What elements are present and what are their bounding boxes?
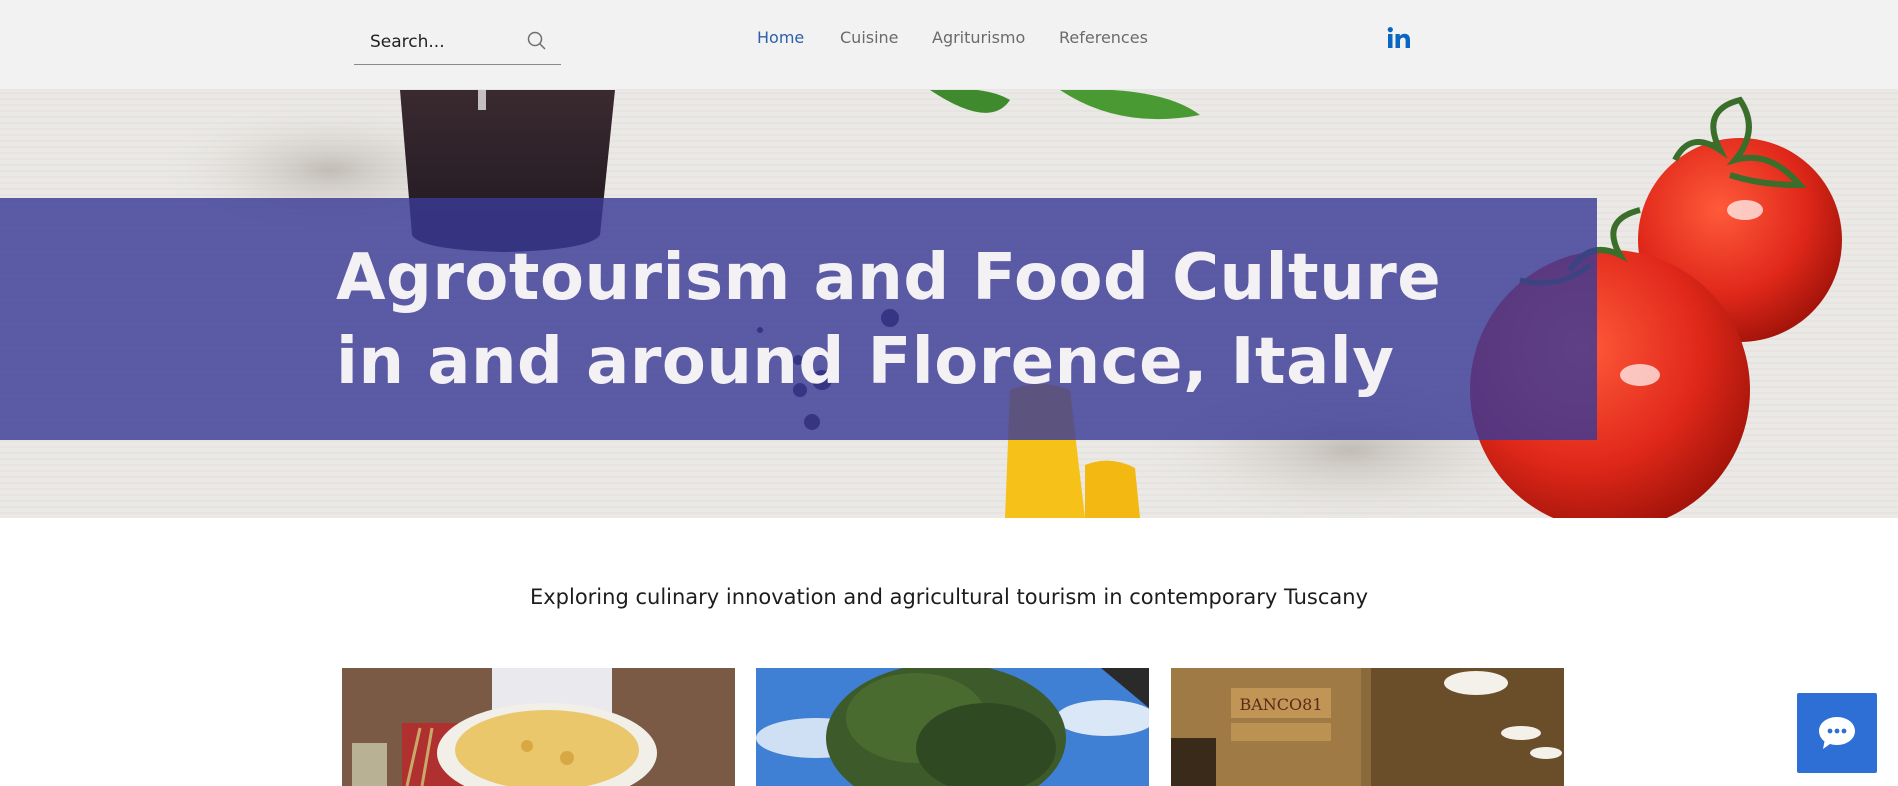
nav-cuisine[interactable]: Cuisine — [840, 28, 899, 47]
site-header: Home Cuisine Agriturismo References — [0, 0, 1898, 90]
gallery-image-tree[interactable] — [756, 668, 1149, 786]
nav-agriturismo[interactable]: Agriturismo — [932, 28, 1025, 47]
chat-button[interactable] — [1797, 693, 1877, 773]
svg-text:BANCO81: BANCO81 — [1239, 695, 1322, 714]
gallery-image-shop[interactable]: BANCO81 — [1171, 668, 1564, 786]
search-input[interactable] — [368, 28, 522, 56]
search-box[interactable] — [354, 18, 561, 65]
hero-title-line-1: Agrotourism and Food Culture — [336, 241, 1442, 315]
tagline: Exploring culinary innovation and agricu… — [529, 585, 1369, 609]
linkedin-icon[interactable] — [1387, 26, 1411, 50]
hero-title: Agrotourism and Food Culture in and arou… — [336, 236, 1442, 404]
chat-bubble-icon — [1819, 717, 1855, 749]
nav-references[interactable]: References — [1059, 28, 1148, 47]
gallery-image-pizza[interactable] — [342, 668, 735, 786]
search-icon[interactable] — [526, 30, 548, 52]
hero-title-line-2: in and around Florence, Italy — [336, 325, 1395, 399]
hero-section: Agrotourism and Food Culture in and arou… — [0, 90, 1898, 518]
nav-home[interactable]: Home — [757, 28, 804, 47]
